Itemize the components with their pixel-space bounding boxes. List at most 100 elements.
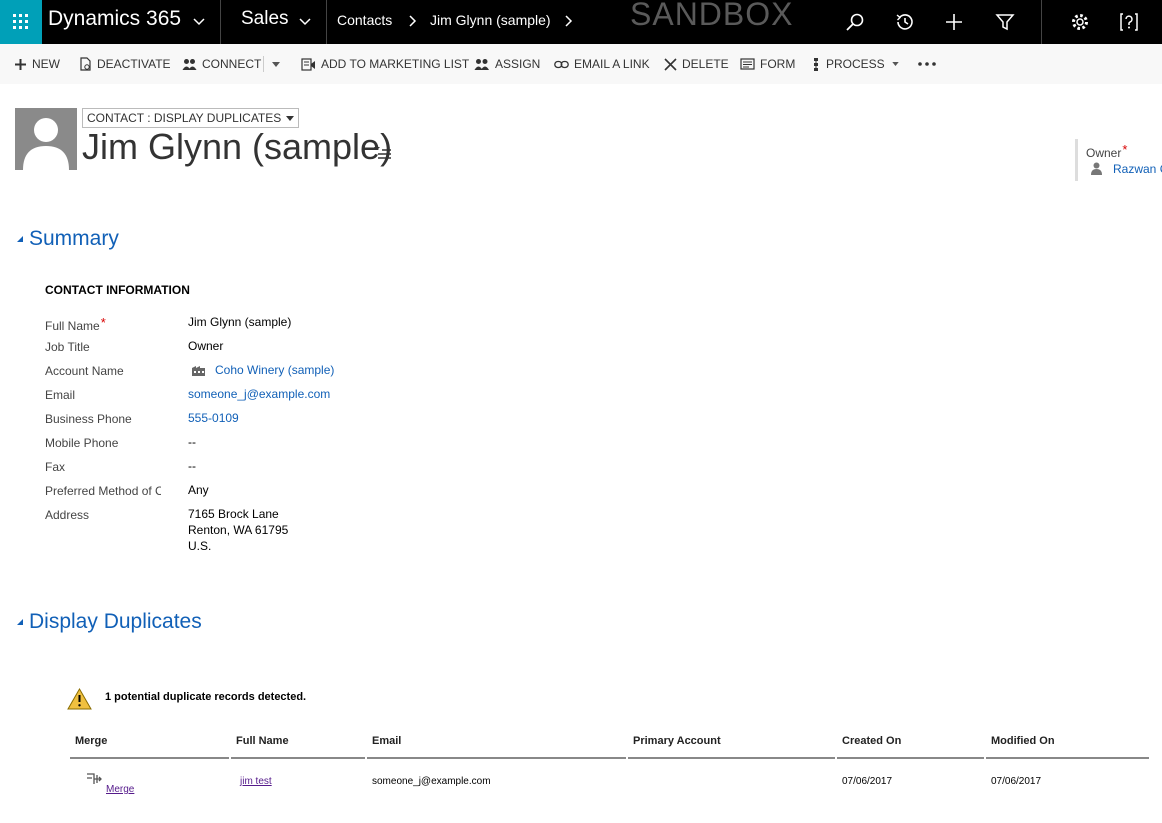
breadcrumb-record[interactable]: Jim Glynn (sample) xyxy=(430,12,551,28)
mobile-phone-value[interactable]: -- xyxy=(188,435,196,449)
business-phone-link[interactable]: 555-0109 xyxy=(188,411,239,425)
account-name-link[interactable]: Coho Winery (sample) xyxy=(215,363,334,377)
filter-icon[interactable] xyxy=(994,11,1016,33)
connect-button[interactable]: CONNECT xyxy=(182,44,261,84)
breadcrumb-contacts[interactable]: Contacts xyxy=(337,12,392,28)
new-label: NEW xyxy=(32,57,60,71)
duplicate-created-on: 07/06/2017 xyxy=(842,776,893,787)
merge-icon[interactable] xyxy=(86,772,102,786)
column-underline xyxy=(70,757,229,759)
preferred-contact-label: Preferred Method of Contact xyxy=(45,484,161,498)
link-icon xyxy=(554,60,569,68)
nav-divider xyxy=(326,0,327,44)
record-title: Jim Glynn (sample) xyxy=(82,126,393,167)
people-icon xyxy=(182,58,197,70)
full-name-label: Full Name* xyxy=(45,315,106,333)
account-icon xyxy=(192,366,205,376)
assign-label: ASSIGN xyxy=(495,57,541,71)
plus-icon[interactable] xyxy=(943,11,965,33)
job-title-value[interactable]: Owner xyxy=(188,339,223,353)
more-commands-button[interactable] xyxy=(918,44,941,84)
email-label: Email xyxy=(45,388,76,402)
email-a-link-label: EMAIL A LINK xyxy=(574,57,650,71)
form-icon xyxy=(740,58,755,70)
column-header-email[interactable]: Email xyxy=(372,735,401,747)
collapse-triangle-icon[interactable] xyxy=(17,236,23,242)
connect-dropdown[interactable] xyxy=(272,44,285,84)
form-button[interactable]: FORM xyxy=(740,44,795,84)
add-to-marketing-list-label: ADD TO MARKETING LIST xyxy=(321,57,470,71)
warning-icon xyxy=(67,688,92,710)
history-icon[interactable] xyxy=(894,11,916,33)
chevron-right-icon[interactable] xyxy=(561,14,575,28)
address-line-1[interactable]: 7165 Brock Lane xyxy=(188,507,279,521)
column-header-created-on[interactable]: Created On xyxy=(842,735,901,747)
delete-button[interactable]: DELETE xyxy=(664,44,729,84)
help-icon[interactable] xyxy=(1118,11,1140,33)
address-line-3[interactable]: U.S. xyxy=(188,539,211,553)
preferred-contact-value[interactable]: Any xyxy=(188,483,209,497)
process-button[interactable]: PROCESS xyxy=(811,44,899,84)
contact-information-heading: CONTACT INFORMATION xyxy=(45,283,190,297)
document-icon xyxy=(80,57,91,71)
fax-label: Fax xyxy=(45,460,66,474)
caret-down-icon xyxy=(286,115,295,121)
command-divider xyxy=(263,56,264,72)
gear-icon[interactable] xyxy=(1069,11,1091,33)
account-name-label: Account Name xyxy=(45,364,124,378)
chevron-right-icon[interactable] xyxy=(405,14,419,28)
business-phone-label: Business Phone xyxy=(45,412,132,426)
delete-label: DELETE xyxy=(682,57,729,71)
chevron-down-icon[interactable] xyxy=(298,14,312,28)
column-header-merge[interactable]: Merge xyxy=(75,735,107,747)
duplicate-full-name-link[interactable]: jim test xyxy=(240,776,272,787)
merge-link[interactable]: Merge xyxy=(106,784,134,795)
job-title-label: Job Title xyxy=(45,340,90,354)
user-icon xyxy=(1091,162,1102,175)
column-underline xyxy=(837,757,984,759)
assign-button[interactable]: ASSIGN xyxy=(474,44,540,84)
full-name-value[interactable]: Jim Glynn (sample) xyxy=(188,315,291,329)
collapse-triangle-icon[interactable] xyxy=(17,619,23,625)
chevron-down-icon[interactable] xyxy=(192,14,206,28)
app-launcher-button[interactable] xyxy=(0,0,42,44)
column-underline xyxy=(628,757,835,759)
form-selector[interactable]: CONTACT : DISPLAY DUPLICATES xyxy=(82,108,300,128)
process-icon xyxy=(814,57,818,71)
caret-down-icon xyxy=(272,61,280,67)
mobile-phone-label: Mobile Phone xyxy=(45,436,119,450)
column-header-primary-account[interactable]: Primary Account xyxy=(633,735,721,747)
deactivate-button[interactable]: DEACTIVATE xyxy=(79,44,171,84)
person-silhouette-icon xyxy=(23,118,69,170)
column-header-full-name[interactable]: Full Name xyxy=(236,735,289,747)
new-button[interactable]: NEW xyxy=(14,44,60,84)
environment-label: SANDBOX xyxy=(630,0,794,32)
owner-label: Owner* xyxy=(1086,142,1128,160)
avatar[interactable] xyxy=(15,108,77,170)
address-label: Address xyxy=(45,508,90,522)
duplicate-email: someone_j@example.com xyxy=(372,776,491,787)
record-menu-icon[interactable] xyxy=(374,146,392,160)
owner-value[interactable]: Razwan C xyxy=(1113,162,1162,176)
fax-value[interactable]: -- xyxy=(188,459,196,473)
form-selector-label: CONTACT : DISPLAY DUPLICATES xyxy=(87,111,282,125)
search-icon[interactable] xyxy=(844,11,866,33)
address-line-2[interactable]: Renton, WA 61795 xyxy=(188,523,288,537)
process-label: PROCESS xyxy=(826,57,885,71)
module-selector[interactable]: Sales xyxy=(241,8,289,30)
form-label: FORM xyxy=(760,57,796,71)
caret-down-icon xyxy=(891,62,899,66)
email-link[interactable]: someone_j@example.com xyxy=(188,387,330,401)
connect-label: CONNECT xyxy=(202,57,262,71)
section-summary-title[interactable]: Summary xyxy=(29,227,119,251)
column-header-modified-on[interactable]: Modified On xyxy=(991,735,1055,747)
x-icon xyxy=(664,57,677,71)
top-nav-bar: Dynamics 365 Sales Contacts Jim Glynn (s… xyxy=(0,0,1162,44)
section-duplicates-title[interactable]: Display Duplicates xyxy=(29,610,202,634)
app-title[interactable]: Dynamics 365 xyxy=(48,7,181,31)
nav-divider xyxy=(220,0,221,44)
command-bar: NEW DEACTIVATE CONNECT ADD TO MARKETING … xyxy=(0,44,1162,84)
duplicate-message: 1 potential duplicate records detected. xyxy=(105,691,307,703)
add-to-marketing-list-button[interactable]: ADD TO MARKETING LIST xyxy=(301,44,469,84)
email-a-link-button[interactable]: EMAIL A LINK xyxy=(554,44,650,84)
